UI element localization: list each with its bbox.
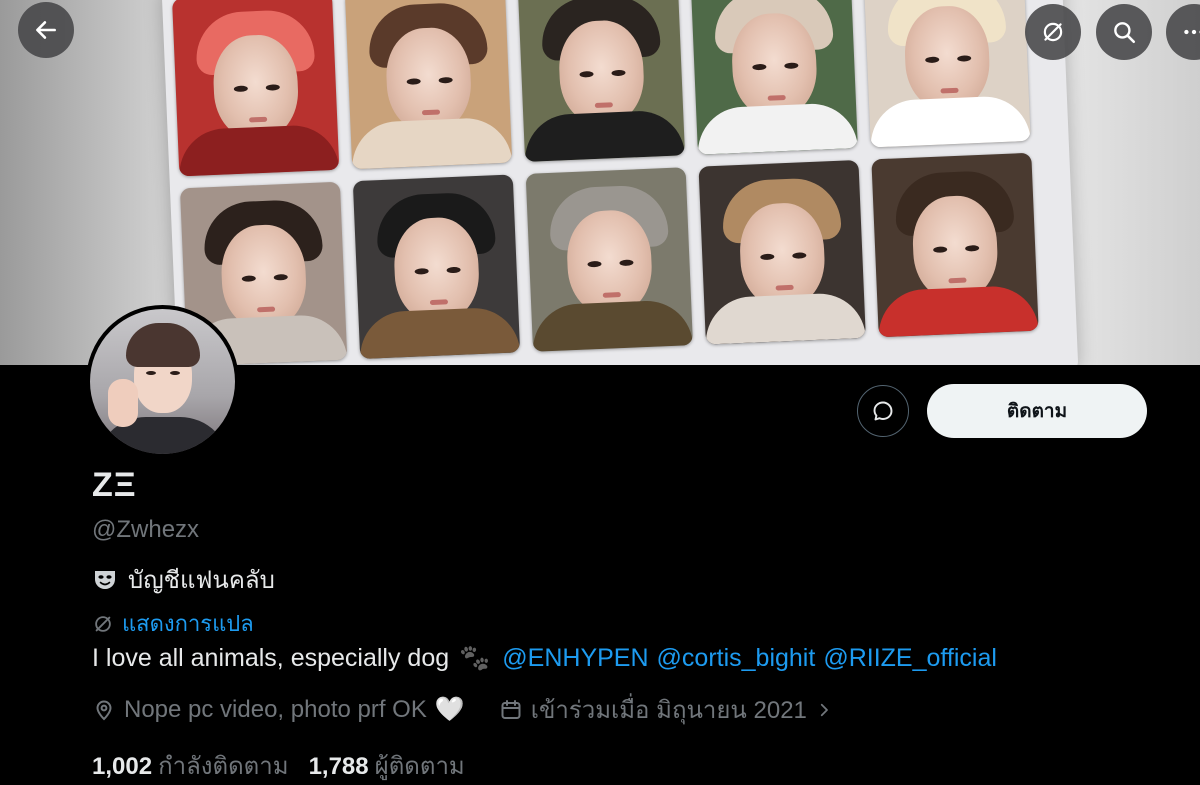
- mention-cortis[interactable]: @cortis_bighit: [657, 644, 816, 673]
- photocard: [690, 0, 858, 155]
- location-pin-icon: [96, 700, 112, 720]
- bio: I love all animals, especially dog 🐾 @EN…: [92, 644, 997, 673]
- mention-enhypen[interactable]: @ENHYPEN: [502, 644, 648, 673]
- search-button[interactable]: [1096, 4, 1152, 60]
- follow-button[interactable]: ติดตาม: [927, 384, 1147, 438]
- search-icon: [1114, 22, 1136, 44]
- fan-account-text: บัญชีแฟนคลับ: [128, 567, 275, 594]
- location: Nope pc video, photo prf OK 🤍: [92, 695, 465, 724]
- join-date[interactable]: เข้าร่วมเมื่อ มิถุนายน 2021: [499, 690, 833, 729]
- followers-stat[interactable]: 1,788 ผู้ติดตาม: [309, 746, 465, 785]
- photocard: [352, 174, 521, 360]
- photocard: [863, 0, 1031, 148]
- white-heart-emoji: 🤍: [434, 696, 465, 723]
- message-bubble-icon: [873, 401, 893, 421]
- back-button[interactable]: [18, 2, 74, 58]
- following-label: กำลังติดตาม: [158, 753, 289, 780]
- photocard: [525, 167, 693, 352]
- fan-account-label: บัญชีแฟนคลับ: [92, 560, 275, 599]
- photocard: [698, 160, 866, 345]
- show-translation-text: แสดงการแปล: [122, 611, 254, 636]
- photocard: [517, 0, 686, 162]
- profile-meta: Nope pc video, photo prf OK 🤍 เข้าร่วมเม…: [92, 690, 833, 729]
- bio-text: I love all animals, especially dog: [92, 644, 450, 672]
- calendar-icon: [501, 699, 521, 719]
- paw-emoji: 🐾: [459, 644, 491, 672]
- location-text: Nope pc video, photo prf OK: [124, 695, 427, 723]
- show-translation-link[interactable]: แสดงการแปล: [92, 606, 254, 641]
- follow-button-label: ติดตาม: [1006, 401, 1068, 422]
- photocard: [172, 0, 340, 177]
- theater-mask-icon: [95, 570, 115, 589]
- photocard-collage: [161, 0, 1079, 365]
- join-date-text: เข้าร่วมเมื่อ มิถุนายน 2021: [530, 697, 807, 724]
- photocard: [871, 152, 1039, 338]
- avatar[interactable]: [86, 305, 239, 458]
- handle: @Zwhezx: [92, 516, 200, 543]
- following-stat[interactable]: 1,002 กำลังติดตาม: [92, 746, 289, 785]
- photocard: [344, 0, 513, 170]
- mention-riize[interactable]: @RIIZE_official: [823, 644, 997, 673]
- follow-stats: 1,002 กำลังติดตาม 1,788 ผู้ติดตาม: [92, 746, 465, 785]
- chevron-right-icon: [820, 703, 828, 716]
- more-icon: [1184, 29, 1200, 35]
- translate-toggle-button[interactable]: [1025, 4, 1081, 60]
- followers-count: 1,788: [308, 753, 369, 780]
- display-name: ZΞ: [92, 466, 137, 504]
- translate-off-icon: [1043, 22, 1063, 42]
- followers-label: ผู้ติดตาม: [374, 753, 465, 780]
- arrow-left-icon: [36, 21, 56, 39]
- translate-off-icon: [95, 615, 111, 632]
- following-count: 1,002: [92, 753, 153, 780]
- message-button[interactable]: [857, 385, 909, 437]
